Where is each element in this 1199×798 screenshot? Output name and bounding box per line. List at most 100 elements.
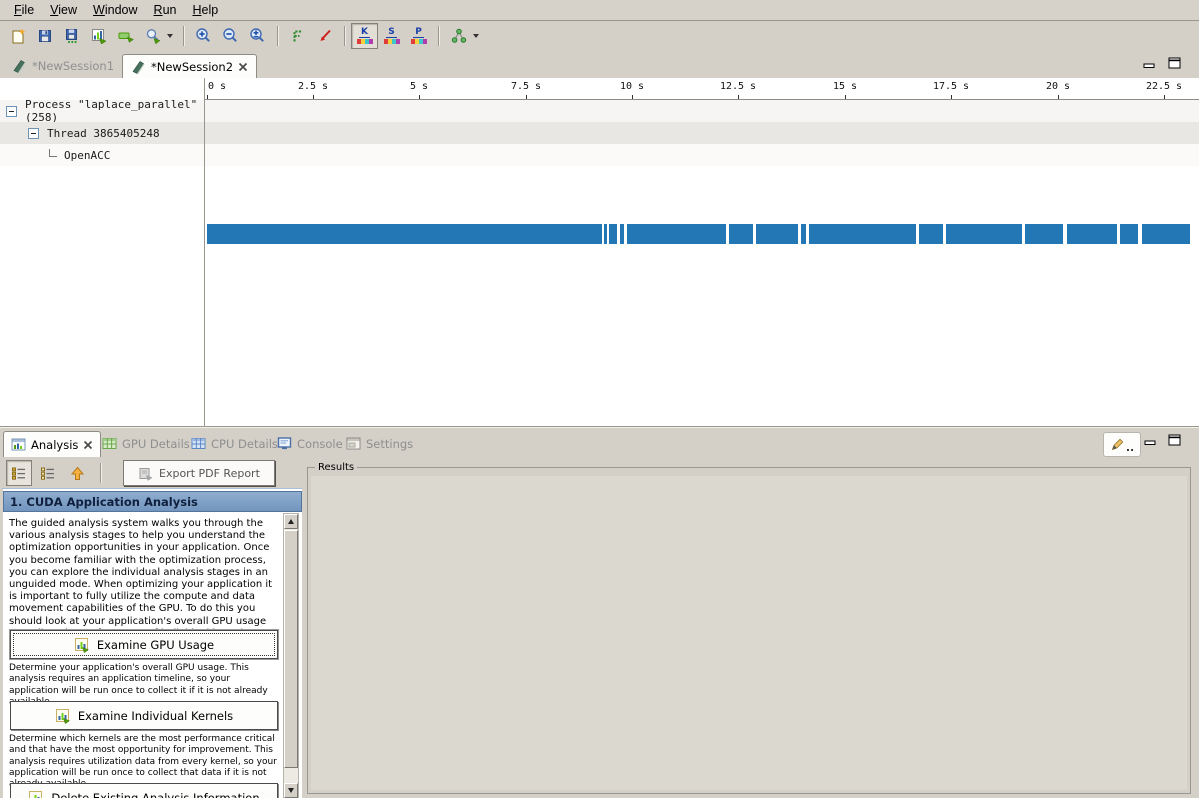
export-pdf-button[interactable]: Export PDF Report: [123, 460, 275, 486]
save-all-button[interactable]: [58, 23, 85, 49]
timeline-row-thread[interactable]: [205, 122, 1199, 144]
tree-timeline-divider[interactable]: [204, 78, 205, 426]
stream-ksp-icon: S: [383, 28, 401, 44]
openacc-interval[interactable]: [620, 224, 624, 244]
session-tab-label: *NewSession2: [151, 60, 233, 74]
openacc-interval[interactable]: [627, 224, 726, 244]
menu-view[interactable]: View: [42, 2, 85, 18]
scroll-up-button[interactable]: [284, 514, 298, 529]
guided-analysis-toggle[interactable]: [6, 460, 32, 486]
menu-file[interactable]: File: [6, 2, 42, 18]
session-icon: [12, 59, 27, 74]
timeline-row-process[interactable]: [205, 100, 1199, 122]
openacc-interval[interactable]: [604, 224, 607, 244]
openacc-interval[interactable]: [919, 224, 943, 244]
openacc-interval[interactable]: [756, 224, 798, 244]
mark-range-button[interactable]: [284, 23, 311, 49]
examine-gpu-usage-button[interactable]: Examine GPU Usage: [10, 630, 278, 659]
tab-settings[interactable]: Settings: [339, 431, 420, 456]
openacc-interval[interactable]: [1120, 224, 1138, 244]
analysis-scrollbar[interactable]: [283, 513, 299, 798]
collapse-expander-icon[interactable]: [6, 106, 17, 117]
stream-color-toggle[interactable]: S: [378, 23, 405, 49]
maximize-panel-button[interactable]: [1166, 433, 1184, 449]
analysis-section-header: 1. CUDA Application Analysis: [3, 491, 302, 512]
openacc-interval[interactable]: [207, 224, 602, 244]
openacc-bar-track: [206, 224, 1192, 244]
back-up-button[interactable]: [64, 460, 90, 486]
tree-row-thread[interactable]: Thread 3865405248: [0, 122, 204, 144]
analysis-tree-button[interactable]: [445, 23, 472, 49]
magnifier-run-icon: [145, 28, 161, 44]
examine-chart-icon: [28, 790, 44, 798]
openacc-interval[interactable]: [1142, 224, 1190, 244]
menu-help[interactable]: Help: [184, 2, 226, 18]
timeline-view: 0 s2.5 s5 s7.5 s10 s12.5 s15 s17.5 s20 s…: [0, 78, 1199, 427]
openacc-interval[interactable]: [809, 224, 916, 244]
minimize-view-button[interactable]: [1141, 58, 1159, 74]
close-icon[interactable]: [83, 440, 93, 450]
tab-gpu-details[interactable]: GPU Details: [95, 431, 197, 456]
ruler-label: 2.5 s: [298, 81, 328, 92]
triangle-up-icon: [288, 519, 294, 524]
zoom-out-icon: [222, 27, 239, 44]
tab-newsession2[interactable]: *NewSession2: [122, 54, 257, 79]
inspect-run-button[interactable]: [139, 23, 166, 49]
ruler-tick: [845, 95, 846, 99]
cpu-details-icon: [191, 436, 206, 451]
close-icon[interactable]: [238, 62, 248, 72]
tree-row-openacc[interactable]: OpenACC: [0, 144, 204, 166]
collapse-expander-icon[interactable]: [28, 128, 39, 139]
results-group: Results: [307, 462, 1191, 794]
openacc-interval[interactable]: [729, 224, 753, 244]
maximize-view-button[interactable]: [1166, 56, 1184, 72]
openacc-interval[interactable]: [1067, 224, 1117, 244]
unguided-analysis-toggle[interactable]: [35, 460, 61, 486]
examine-chart-icon: [74, 637, 90, 653]
toolbar-separator: [183, 26, 184, 46]
goto-marker-button[interactable]: [311, 23, 338, 49]
tree-row-process[interactable]: Process "laplace_parallel" (258): [0, 100, 204, 122]
save-session-button[interactable]: [31, 23, 58, 49]
openacc-interval[interactable]: [609, 224, 617, 244]
timeline-row-openacc[interactable]: [205, 144, 1199, 166]
menu-run[interactable]: Run: [146, 2, 185, 18]
openacc-interval[interactable]: [1025, 224, 1063, 244]
session-tab-label: *NewSession1: [32, 59, 114, 73]
scrollbar-thumb[interactable]: [284, 530, 298, 768]
openacc-interval[interactable]: [801, 224, 806, 244]
tab-console[interactable]: Console: [270, 431, 350, 456]
chevron-down-icon[interactable]: [167, 34, 173, 38]
tab-analysis[interactable]: Analysis: [3, 431, 101, 457]
triangle-down-icon: [288, 788, 294, 793]
minimize-icon: [1143, 60, 1157, 72]
ruler-label: 20 s: [1046, 81, 1070, 92]
chevron-down-icon[interactable]: [473, 34, 479, 38]
examine-individual-kernels-button[interactable]: Examine Individual Kernels: [10, 701, 278, 730]
minimize-panel-button[interactable]: [1142, 435, 1160, 451]
session-tab-bar: *NewSession1 *NewSession2: [0, 51, 1199, 78]
view-menu-button[interactable]: ..: [1103, 432, 1141, 457]
generate-timeline-button[interactable]: [85, 23, 112, 49]
process-color-toggle[interactable]: P: [405, 23, 432, 49]
zoom-in-icon: [195, 27, 212, 44]
zoom-out-button[interactable]: [217, 23, 244, 49]
new-session-button[interactable]: [4, 23, 31, 49]
red-marker-icon: [317, 28, 333, 44]
kernel-color-toggle[interactable]: K: [351, 23, 378, 49]
menu-window[interactable]: Window: [85, 2, 145, 18]
tab-newsession1[interactable]: *NewSession1: [4, 54, 122, 78]
console-icon: [277, 436, 292, 451]
ruler-tick: [207, 95, 208, 99]
zoom-fit-button[interactable]: [244, 23, 271, 49]
analysis-toolbar: Export PDF Report: [2, 458, 302, 489]
scroll-down-button[interactable]: [284, 783, 298, 798]
run-analysis-button[interactable]: [112, 23, 139, 49]
save-all-icon: [64, 28, 80, 44]
ruler-label: 10 s: [620, 81, 644, 92]
delete-analysis-info-button[interactable]: Delete Existing Analysis Information: [10, 783, 278, 798]
zoom-in-button[interactable]: [190, 23, 217, 49]
guided-list-icon: [11, 466, 27, 481]
dashed-f-icon: [290, 28, 306, 44]
openacc-interval[interactable]: [946, 224, 1022, 244]
